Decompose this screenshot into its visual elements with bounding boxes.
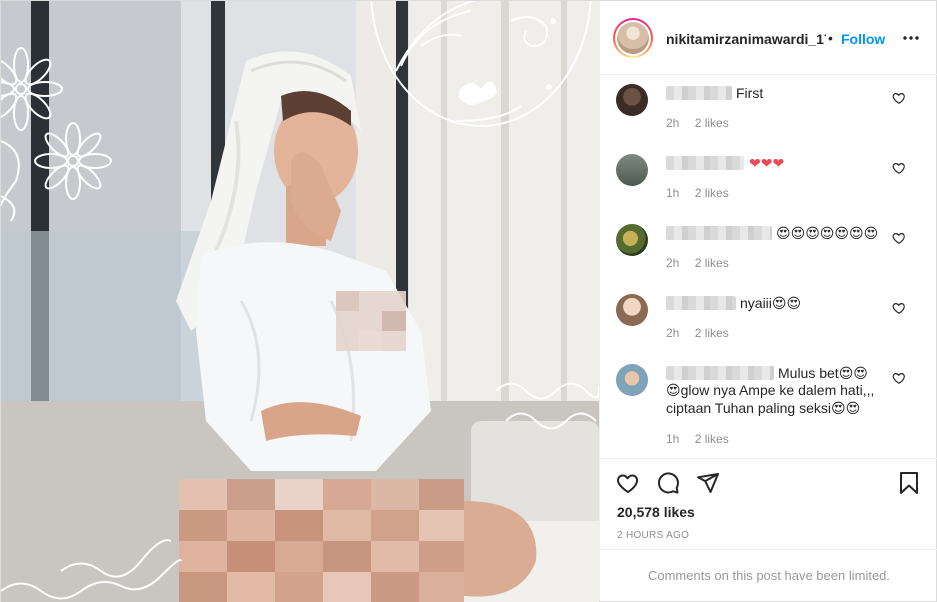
share-icon[interactable] — [696, 471, 720, 495]
commenter-avatar[interactable] — [616, 84, 648, 116]
follow-button[interactable]: Follow — [841, 31, 885, 47]
post-timestamp[interactable]: 2 HOURS AGO — [617, 530, 689, 541]
comment-meta: 1h 2 likes — [666, 432, 741, 446]
comment-icon[interactable] — [656, 471, 680, 495]
bookmark-icon[interactable] — [897, 471, 921, 495]
heart-outline-icon[interactable] — [892, 231, 906, 245]
commenter-username-redacted[interactable] — [666, 366, 774, 380]
comment-likes[interactable]: 2 likes — [695, 326, 729, 340]
comment-meta: 2h 2 likes — [666, 326, 741, 340]
comment-text-line-2: 😍glow nya Ampe ke dalem hati,,, — [666, 382, 875, 398]
commenter-avatar[interactable] — [616, 224, 648, 256]
comment-likes[interactable]: 2 likes — [695, 186, 729, 200]
comment-text: nyaiii😍😍 — [740, 295, 802, 311]
commenter-avatar[interactable] — [616, 154, 648, 186]
instagram-post: nikitamirzanimawardi_172 • Follow First … — [0, 0, 937, 602]
comment-likes[interactable]: 2 likes — [695, 256, 729, 270]
comment-time: 2h — [666, 116, 680, 130]
heart-outline-icon[interactable] — [892, 91, 906, 105]
commenter-username-redacted[interactable] — [666, 156, 744, 170]
post-actions: 20,578 likes 2 HOURS AGO — [600, 458, 937, 549]
post-photo[interactable] — [1, 1, 599, 602]
commenter-username-redacted[interactable] — [666, 296, 736, 310]
comment-list[interactable]: First 2h 2 likes ❤❤❤ 1h 2 likes 😍😍😍😍😍😍😍 … — [600, 76, 937, 458]
comment-meta: 2h 2 likes — [666, 116, 741, 130]
comment-time: 2h — [666, 256, 680, 270]
header-separator: • — [828, 30, 833, 46]
comments-limited-notice: Comments on this post have been limited. — [600, 549, 937, 601]
comment-likes[interactable]: 2 likes — [695, 432, 729, 446]
comment-text-line-3: ciptaan Tuhan paling seksi😍😍 — [666, 400, 861, 416]
heart-outline-icon[interactable] — [892, 371, 906, 385]
author-avatar[interactable] — [613, 18, 653, 58]
comment-text: ❤❤❤ — [749, 155, 785, 171]
post-header: nikitamirzanimawardi_172 • Follow — [600, 1, 937, 75]
post-likes-count[interactable]: 20,578 likes — [617, 504, 695, 520]
post-sidebar: nikitamirzanimawardi_172 • Follow First … — [599, 1, 937, 601]
commenter-username-redacted[interactable] — [666, 86, 732, 100]
comment-time: 2h — [666, 326, 680, 340]
commenter-avatar[interactable] — [616, 364, 648, 396]
heart-outline-icon[interactable] — [892, 301, 906, 315]
more-horizontal-icon[interactable] — [902, 29, 920, 47]
photo-illustration — [1, 1, 599, 602]
comment-time: 1h — [666, 186, 680, 200]
commenter-avatar[interactable] — [616, 294, 648, 326]
comment-text: 😍😍😍😍😍😍😍 — [776, 225, 879, 241]
heart-outline-icon[interactable] — [892, 161, 906, 175]
comment-likes[interactable]: 2 likes — [695, 116, 729, 130]
commenter-username-redacted[interactable] — [666, 226, 772, 240]
like-heart-icon[interactable] — [616, 471, 640, 495]
comment-time: 1h — [666, 432, 680, 446]
comment-text: Mulus bet😍😍 — [778, 365, 868, 381]
comment-meta: 2h 2 likes — [666, 256, 741, 270]
comment-meta: 1h 2 likes — [666, 186, 741, 200]
comment-text: First — [736, 85, 764, 101]
author-username[interactable]: nikitamirzanimawardi_172 — [666, 31, 826, 47]
